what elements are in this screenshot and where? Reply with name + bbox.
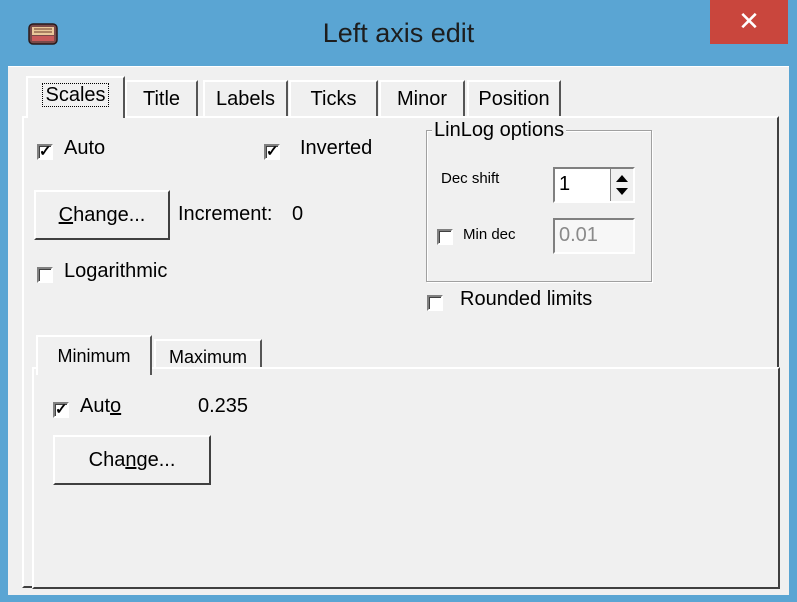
minimum-auto-label-underlined: o <box>110 395 122 417</box>
change-minimum-button[interactable]: Change... <box>53 435 211 485</box>
min-dec-field[interactable]: 0.01 <box>553 218 635 254</box>
inverted-label: Inverted <box>300 137 373 159</box>
dec-shift-value: 1 <box>559 173 571 195</box>
tab-position[interactable]: Position <box>467 80 561 117</box>
logarithmic-checkbox[interactable] <box>37 267 53 283</box>
min-dec-checkbox[interactable] <box>437 229 453 245</box>
change-minimum-prefix: Cha <box>88 449 126 471</box>
rounded-limits-label: Rounded limits <box>460 288 593 310</box>
auto-checkbox[interactable]: ✓ <box>37 144 53 160</box>
close-button[interactable]: ✕ <box>710 0 788 44</box>
tab-title[interactable]: Title <box>125 80 198 117</box>
rounded-limits-checkbox[interactable] <box>427 295 443 311</box>
increment-value: 0 <box>292 203 304 225</box>
dialog-window: Left axis edit ✕ Scales Title Labels Tic… <box>0 0 797 602</box>
minimum-auto-label-prefix: Aut <box>80 395 111 417</box>
auto-label: Auto <box>64 137 106 159</box>
change-rest: hange... <box>73 204 146 226</box>
tab-minor[interactable]: Minor <box>379 80 465 117</box>
tab-scales[interactable]: Scales <box>26 76 125 118</box>
tab-scales-label: Scales <box>42 83 109 107</box>
logarithmic-label: Logarithmic <box>64 260 168 282</box>
dialog-client: Scales Title Labels Ticks Minor Position… <box>8 66 789 595</box>
minimum-value: 0.235 <box>198 395 249 417</box>
change-underlined-char: C <box>58 204 74 226</box>
linlog-legend: LinLog options <box>432 119 567 142</box>
min-dec-label: Min dec <box>463 226 516 243</box>
spin-arrows-icon <box>616 175 628 195</box>
tab-labels[interactable]: Labels <box>203 80 288 117</box>
window-title: Left axis edit <box>322 18 475 48</box>
change-minimum-suffix: ge... <box>136 449 176 471</box>
title-bar[interactable]: Left axis edit ✕ <box>0 0 797 66</box>
dec-shift-label: Dec shift <box>441 170 500 187</box>
dec-shift-stepper[interactable]: 1 <box>553 167 635 203</box>
dec-shift-spin[interactable] <box>610 169 633 201</box>
tab-ticks[interactable]: Ticks <box>289 80 378 117</box>
inverted-checkbox[interactable]: ✓ <box>264 144 280 160</box>
minimum-auto-label: Auto <box>80 395 121 418</box>
linlog-groupbox <box>426 130 652 282</box>
change-increment-button[interactable]: Change... <box>34 190 170 240</box>
change-minimum-underlined: n <box>125 449 137 471</box>
increment-label: Increment: <box>178 203 273 225</box>
tab-minimum[interactable]: Minimum <box>36 335 152 375</box>
minimum-auto-checkbox[interactable]: ✓ <box>53 402 69 418</box>
